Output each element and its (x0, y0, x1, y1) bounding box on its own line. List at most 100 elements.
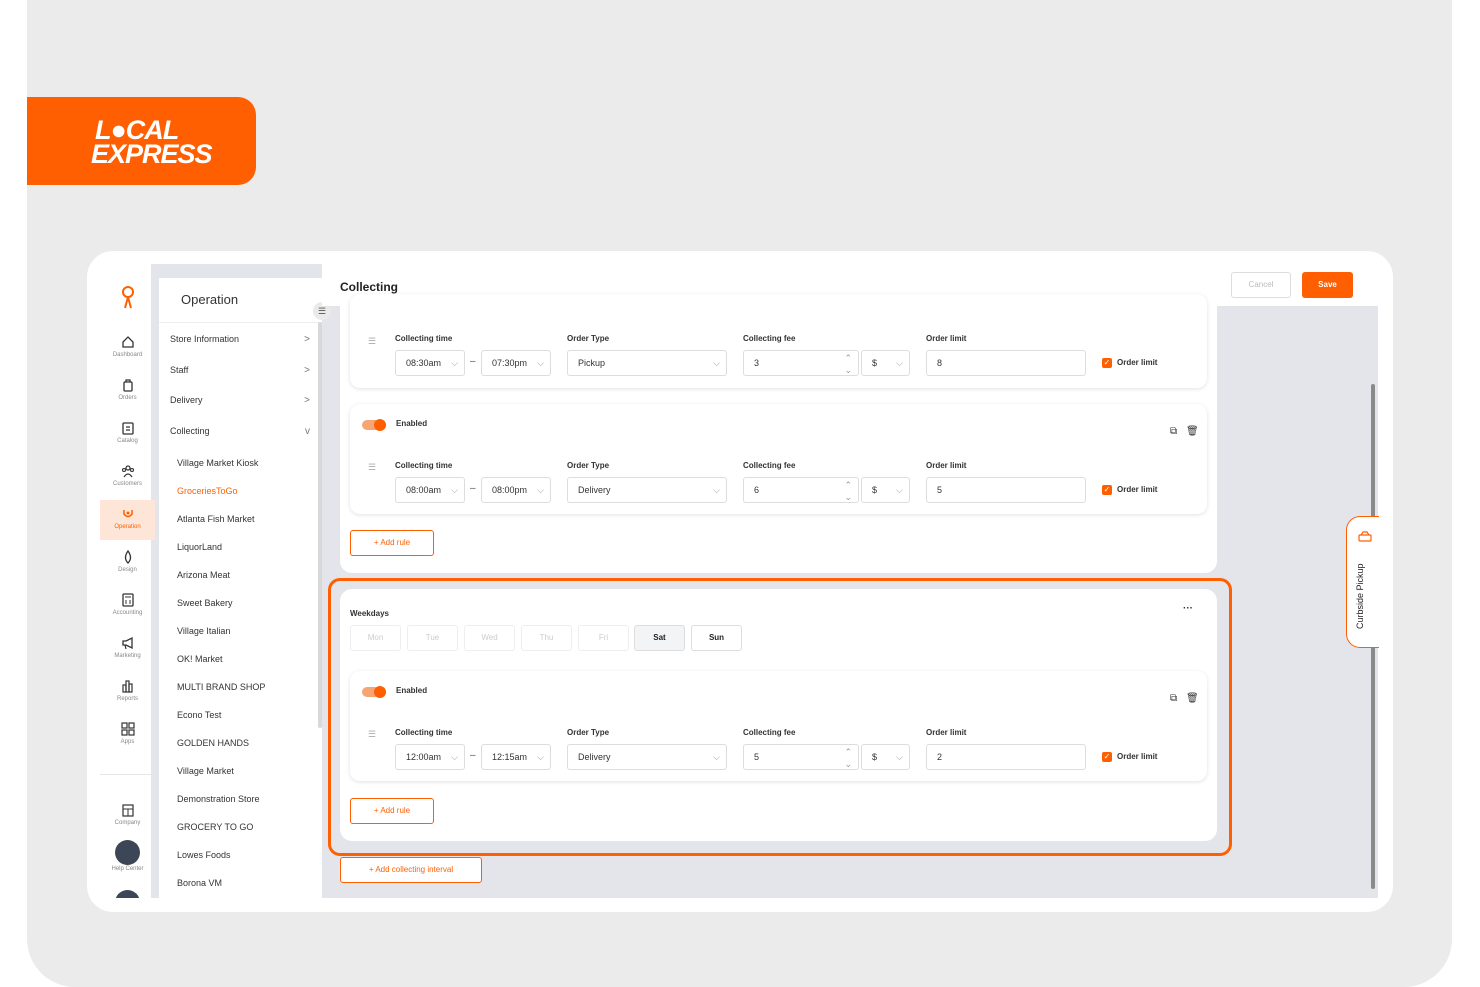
store-item[interactable]: LiquorLand (177, 542, 222, 552)
sidebar-divider (100, 774, 155, 775)
select-value: $ (872, 485, 878, 495)
currency-select[interactable]: $ ⌵ (861, 350, 910, 376)
subnav-title: Operation (181, 292, 239, 307)
select-value: Pickup (578, 358, 606, 368)
store-item-active[interactable]: GroceriesToGo (177, 486, 238, 496)
curbside-pickup-tab[interactable]: Curbside Pickup (1346, 516, 1379, 648)
order-limit-checkbox[interactable]: ✓ (1102, 485, 1112, 495)
order-type-select[interactable]: Pickup ⌵ (567, 350, 727, 376)
nav-reports[interactable]: Reports (100, 672, 155, 712)
nav-operation[interactable]: Operation (100, 500, 155, 540)
store-item[interactable]: GROCERY TO GO (177, 822, 253, 832)
chevron-right-icon: > (304, 334, 310, 345)
bag-icon (122, 379, 133, 392)
fee-input[interactable]: 3 ⌃ ⌄ (743, 350, 859, 376)
order-limit-checkbox-label: Order limit (1117, 358, 1158, 367)
time-from-select[interactable]: 08:00am ⌵ (395, 477, 465, 503)
nav-apps[interactable]: Apps (100, 715, 155, 755)
select-value: 08:00pm (492, 485, 528, 495)
home-icon (121, 336, 134, 348)
store-item[interactable]: Village Italian (177, 626, 230, 636)
curbside-pickup-label: Curbside Pickup (1355, 563, 1365, 629)
add-rule-button[interactable]: + Add rule (350, 530, 434, 556)
time-to-select[interactable]: 08:00pm ⌵ (481, 477, 551, 503)
subnav-divider (159, 322, 322, 323)
input-value: 8 (937, 358, 943, 368)
building-icon (121, 804, 134, 817)
time-from-select[interactable]: 08:30am ⌵ (395, 350, 465, 376)
store-item[interactable]: Demonstration Store (177, 794, 260, 804)
drag-handle-icon[interactable]: ☰ (368, 336, 376, 347)
stepper-icon[interactable]: ⌃ ⌄ (844, 352, 852, 376)
rule-card: ☰ Collecting time 08:30am ⌵ – 07:30pm ⌵ Or… (350, 294, 1207, 388)
user-avatar[interactable] (115, 890, 140, 898)
nav-company[interactable]: Company (100, 796, 155, 836)
chevron-down-icon: ⌵ (713, 485, 720, 495)
nav-label: Company (114, 820, 141, 826)
fee-input[interactable]: 6 ⌃ ⌄ (743, 477, 859, 503)
input-value: 6 (754, 485, 760, 495)
stepper-icon[interactable]: ⌃ ⌄ (844, 479, 852, 503)
chevron-down-icon: ⌵ (451, 358, 458, 368)
store-item[interactable]: Atlanta Fish Market (177, 514, 255, 524)
apps-icon (120, 722, 135, 736)
order-limit-input[interactable]: 8 (926, 350, 1086, 376)
help-avatar[interactable] (115, 840, 140, 865)
time-separator: – (470, 356, 476, 367)
highlight-outline (328, 578, 1232, 856)
store-item[interactable]: Lowes Foods (177, 850, 231, 860)
nav-orders[interactable]: Orders (100, 371, 155, 411)
subnav-item-delivery[interactable]: Delivery > (170, 395, 310, 406)
currency-select[interactable]: $ ⌵ (861, 477, 910, 503)
page-title: Collecting (340, 280, 399, 294)
copy-icon[interactable]: ⧉ (1170, 426, 1177, 437)
order-type-label: Order Type (567, 334, 610, 343)
nav-catalog[interactable]: Catalog (100, 414, 155, 454)
store-item[interactable]: Sweet Bakery (177, 598, 233, 608)
nav-label: Customers (112, 481, 142, 487)
nav-marketing[interactable]: Marketing (100, 629, 155, 669)
enabled-toggle[interactable] (362, 419, 386, 431)
store-item[interactable]: Arizona Meat (177, 570, 230, 580)
subnav-item-staff[interactable]: Staff > (170, 365, 310, 376)
trash-icon[interactable]: 🗑 (1186, 426, 1199, 437)
select-value: 08:00am (406, 485, 442, 495)
chevron-down-icon: ⌵ (537, 358, 544, 368)
drag-handle-icon[interactable]: ☰ (368, 462, 376, 473)
nav-label: Reports (116, 696, 138, 702)
save-button[interactable]: Save (1302, 272, 1353, 298)
order-type-select[interactable]: Delivery ⌵ (567, 477, 727, 503)
select-value: 08:30am (406, 358, 442, 368)
store-item[interactable]: Village Market Kiosk (177, 458, 258, 468)
select-value: $ (872, 358, 878, 368)
nav-customers[interactable]: Customers (100, 457, 155, 497)
store-item[interactable]: MULTI BRAND SHOP (177, 682, 265, 692)
time-to-select[interactable]: 07:30pm ⌵ (481, 350, 551, 376)
nav-label: Orders (118, 395, 137, 401)
chevron-down-icon: ⌵ (896, 485, 903, 495)
store-item[interactable]: GOLDEN HANDS (177, 738, 249, 748)
rule-card: Enabled ⧉ 🗑 ☰ Collecting time 08:00am ⌵ –… (350, 404, 1207, 514)
nav-label: Apps (120, 739, 135, 745)
subnav-item-collecting[interactable]: Collecting v (170, 426, 310, 437)
nav-design[interactable]: Design (100, 543, 155, 583)
chevron-down-icon: v (305, 426, 310, 437)
order-limit-input[interactable]: 5 (926, 477, 1086, 503)
brand-logo: L●CAL EXPRESS (27, 97, 256, 185)
nav-label: Dashboard (112, 352, 143, 358)
store-item[interactable]: Borona VM (177, 878, 222, 888)
add-collecting-interval-button[interactable]: + Add collecting interval (340, 857, 482, 883)
collecting-time-label: Collecting time (395, 461, 453, 470)
subnav-scrollbar[interactable] (318, 322, 322, 728)
subnav-item-store-information[interactable]: Store Information > (170, 334, 310, 345)
collecting-fee-label: Collecting fee (743, 461, 796, 470)
nav-dashboard[interactable]: Dashboard (100, 328, 155, 368)
store-item[interactable]: OK! Market (177, 654, 223, 664)
store-item[interactable]: Village Market (177, 766, 234, 776)
nav-accounting[interactable]: Accounting (100, 586, 155, 626)
drop-icon (124, 550, 131, 564)
order-limit-checkbox[interactable]: ✓ (1102, 358, 1112, 368)
store-item[interactable]: Econo Test (177, 710, 221, 720)
chevron-right-icon: > (304, 365, 310, 376)
cancel-button[interactable]: Cancel (1231, 272, 1291, 298)
